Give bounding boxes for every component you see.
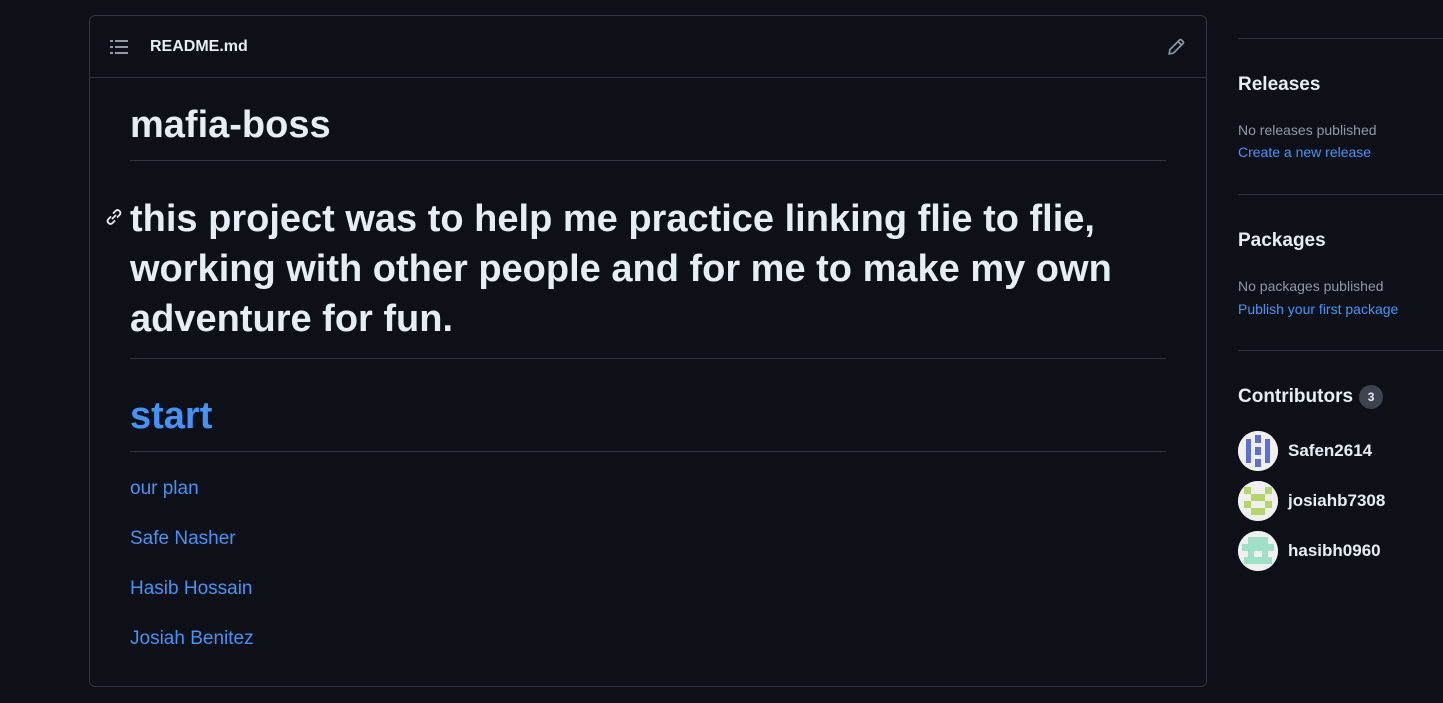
contributor-item[interactable]: hasibh0960	[1238, 531, 1381, 571]
contributors-count-badge: 3	[1359, 385, 1384, 409]
releases-empty-text: No releases published	[1238, 122, 1377, 138]
start-link-heading[interactable]: start	[130, 359, 1166, 452]
publish-package-link[interactable]: Publish your first package	[1238, 301, 1398, 317]
readme-box: README.md mafia-boss this project was to…	[89, 15, 1207, 687]
page: README.md mafia-boss this project was to…	[0, 0, 1443, 703]
sidebar-divider	[1238, 194, 1443, 195]
avatar[interactable]	[1238, 481, 1278, 521]
link-safe-nasher[interactable]: Safe Nasher	[130, 526, 1166, 576]
create-release-link[interactable]: Create a new release	[1238, 144, 1371, 160]
readme-filename: README.md	[150, 37, 248, 55]
repo-sidebar: Releases No releases published Create a …	[1238, 0, 1443, 703]
contributor-item[interactable]: josiahb7308	[1238, 481, 1385, 521]
edit-pencil-icon[interactable]	[1166, 37, 1186, 57]
readme-body: mafia-boss this project was to help me p…	[90, 78, 1206, 676]
readme-header: README.md	[90, 16, 1206, 78]
packages-empty-text: No packages published	[1238, 278, 1384, 294]
anchor-link-icon[interactable]	[104, 207, 124, 227]
readme-links: our plan Safe Nasher Hasib Hossain Josia…	[130, 452, 1166, 676]
readme-title: mafia-boss	[130, 78, 1166, 161]
contributor-name[interactable]: hasibh0960	[1288, 541, 1381, 561]
contributor-item[interactable]: Safen2614	[1238, 431, 1372, 471]
link-our-plan[interactable]: our plan	[130, 476, 1166, 526]
releases-title[interactable]: Releases	[1238, 74, 1320, 96]
sidebar-divider	[1238, 38, 1443, 39]
link-hasib-hossain[interactable]: Hasib Hossain	[130, 576, 1166, 626]
avatar[interactable]	[1238, 431, 1278, 471]
contributors-title-label: Contributors	[1238, 386, 1354, 408]
packages-title[interactable]: Packages	[1238, 230, 1326, 252]
link-josiah-benitez[interactable]: Josiah Benitez	[130, 626, 1166, 676]
outline-list-icon[interactable]	[110, 39, 130, 55]
contributor-name[interactable]: josiahb7308	[1288, 491, 1385, 511]
fork-icon	[1244, 0, 1258, 11]
contributors-title[interactable]: Contributors 3	[1238, 385, 1384, 409]
description-heading: this project was to help me practice lin…	[130, 161, 1166, 359]
description-heading-wrap: this project was to help me practice lin…	[106, 161, 1166, 359]
avatar[interactable]	[1238, 531, 1278, 571]
sidebar-divider	[1238, 350, 1443, 351]
contributor-name[interactable]: Safen2614	[1288, 441, 1372, 461]
